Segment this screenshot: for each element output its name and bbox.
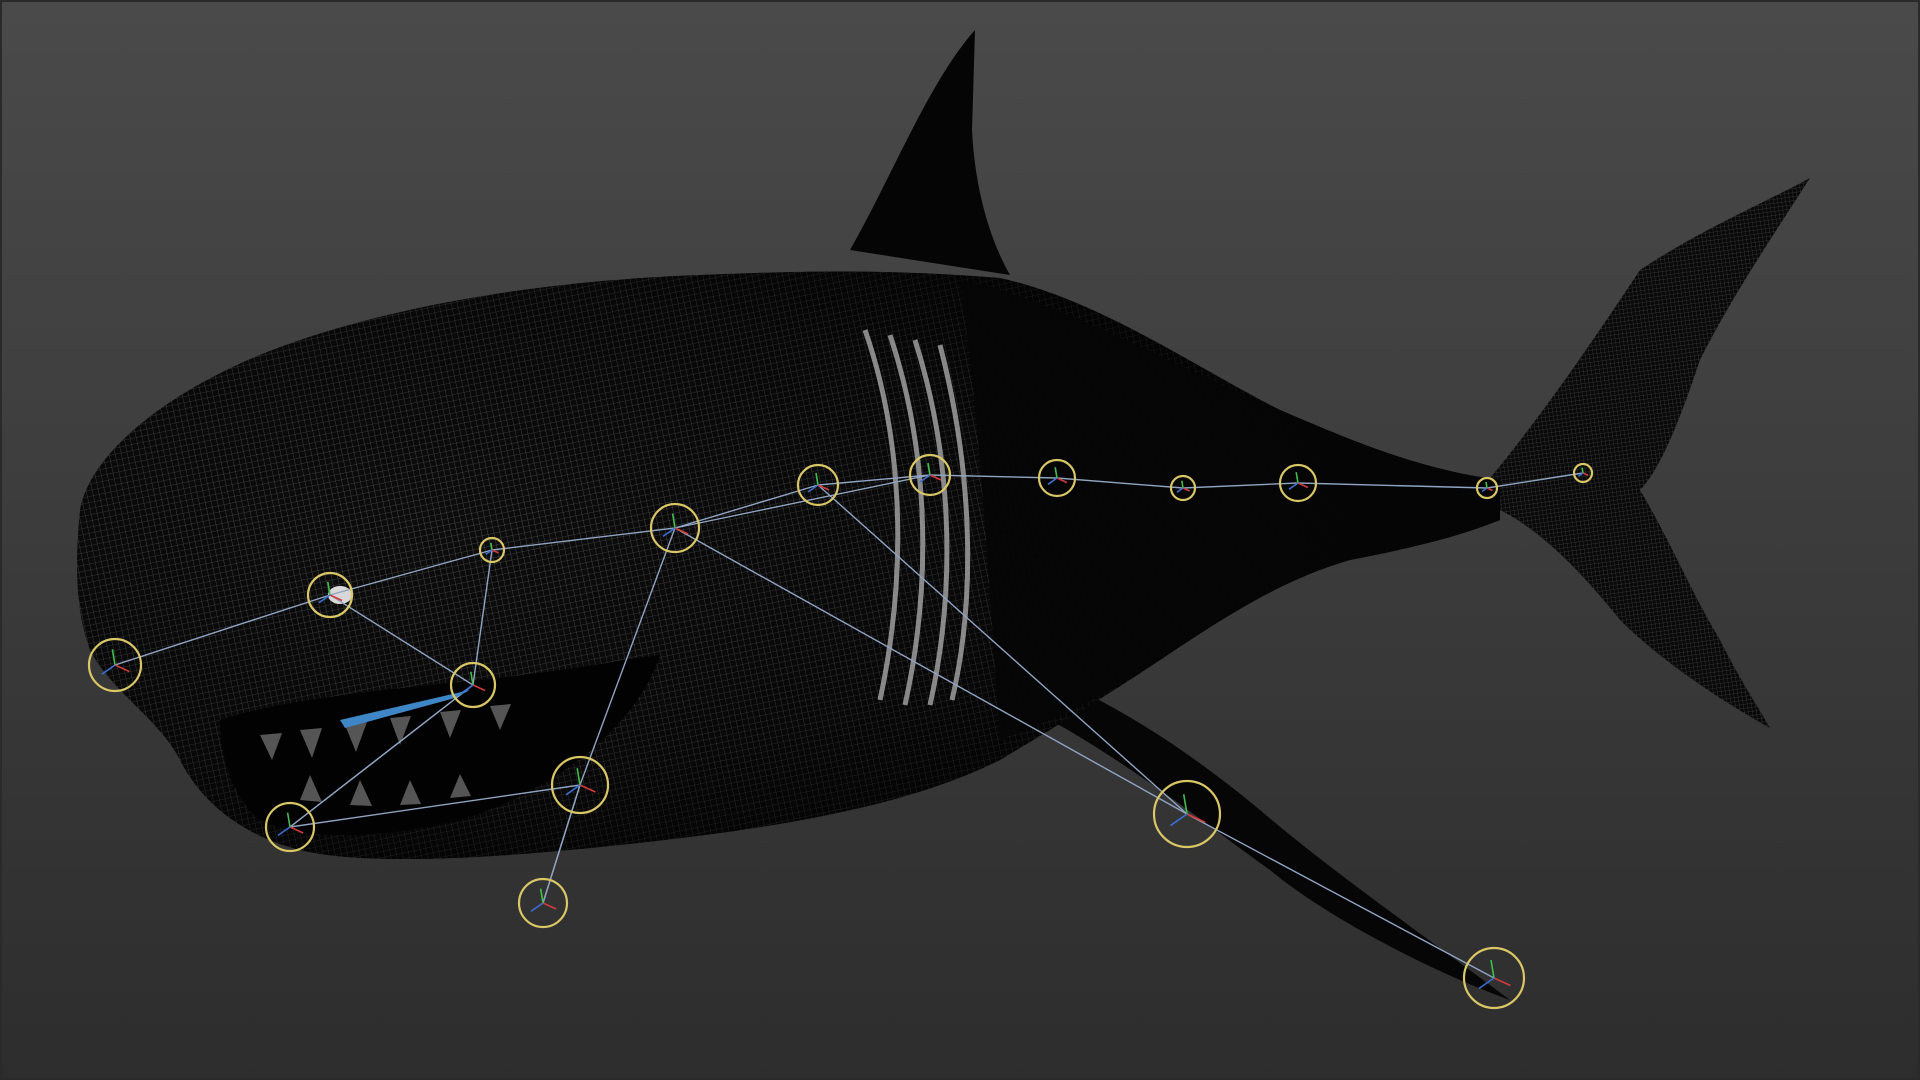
bone-pectoral-base [1186, 813, 1495, 979]
pectoral-fin [1010, 690, 1510, 1000]
axis-z-icon [1170, 813, 1188, 827]
axis-y-icon [1485, 481, 1488, 489]
tail-fin [1480, 178, 1810, 728]
3d-viewport[interactable] [0, 0, 1920, 1080]
axis-z-icon [530, 902, 544, 913]
axis-x-icon [542, 902, 557, 910]
axis-x-icon [1493, 977, 1511, 987]
axis-y-icon [539, 888, 544, 904]
joint-chin[interactable] [517, 877, 569, 929]
scene-canvas[interactable] [0, 0, 1920, 1080]
shark-mesh[interactable] [77, 30, 1810, 1000]
axis-y-icon [1581, 467, 1584, 474]
rear-body [960, 280, 1500, 740]
dorsal-fin [850, 30, 1010, 275]
axis-y-icon [1490, 959, 1495, 979]
